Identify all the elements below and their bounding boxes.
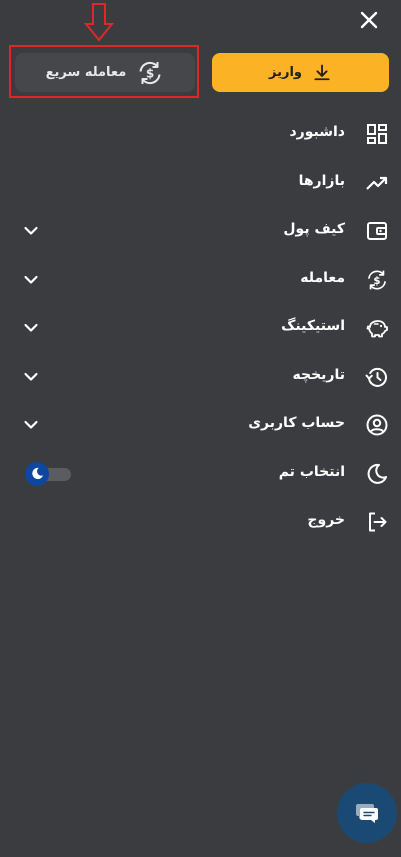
theme-toggle[interactable] [25, 461, 73, 486]
menu-item-markets[interactable]: بازارها [0, 159, 401, 208]
menu-item-account[interactable]: حساب کاربری [0, 401, 401, 450]
dashboard-icon [367, 124, 387, 144]
menu-item-logout[interactable]: خروج [0, 498, 401, 547]
chevron-down-icon[interactable] [22, 271, 40, 289]
menu-item-label: استیکینگ [281, 318, 345, 334]
history-icon [365, 367, 387, 387]
svg-text:$: $ [373, 274, 380, 286]
menu-item-label: معامله [300, 269, 345, 286]
quick-trade-label: معامله سریع [45, 65, 127, 80]
menu-item-label: بازارها [298, 172, 345, 189]
deposit-button[interactable]: واریز [212, 53, 389, 92]
download-icon [314, 64, 330, 80]
chat-icon [356, 804, 378, 823]
chevron-down-icon[interactable] [22, 319, 40, 337]
menu-item-staking[interactable]: استیکینگ [0, 304, 401, 353]
menu-item-history[interactable]: تاریخچه [0, 353, 401, 402]
chevron-down-icon[interactable] [22, 368, 40, 386]
menu-item-label: خروج [307, 512, 345, 528]
moon-icon [367, 463, 387, 484]
trending-up-icon [366, 176, 388, 190]
quick-trade-button[interactable]: معامله سریع $ [15, 53, 195, 92]
menu-item-trade[interactable]: $ معامله [0, 256, 401, 305]
deposit-label: واریز [269, 65, 302, 80]
currency-exchange-icon: $ [368, 269, 386, 290]
chat-button[interactable] [337, 783, 397, 843]
toggle-knob [25, 461, 49, 486]
menu-item-wallet[interactable]: کیف پول [0, 207, 401, 256]
svg-text:$: $ [146, 66, 154, 80]
close-button[interactable] [357, 8, 381, 32]
close-icon [360, 11, 378, 29]
menu-item-label: تاریخچه [292, 366, 346, 383]
side-menu: داشبورد بازارها کیف پول $ معامله استیکین… [0, 110, 401, 547]
currency-exchange-icon: $ [139, 61, 161, 84]
wallet-icon [367, 222, 387, 240]
piggy-bank-icon [366, 320, 388, 338]
menu-item-theme[interactable]: انتخاب تم [0, 450, 401, 499]
chevron-down-icon[interactable] [22, 416, 40, 434]
menu-item-label: انتخاب تم [278, 463, 345, 480]
logout-icon [369, 512, 387, 532]
moon-icon [31, 467, 43, 480]
menu-item-label: کیف پول [283, 221, 345, 237]
menu-item-label: داشبورد [289, 124, 346, 140]
user-circle-icon [366, 414, 388, 436]
menu-item-dashboard[interactable]: داشبورد [0, 110, 401, 159]
chevron-down-icon[interactable] [22, 222, 40, 240]
menu-item-label: حساب کاربری [248, 415, 345, 431]
annotation-arrow [84, 3, 114, 42]
